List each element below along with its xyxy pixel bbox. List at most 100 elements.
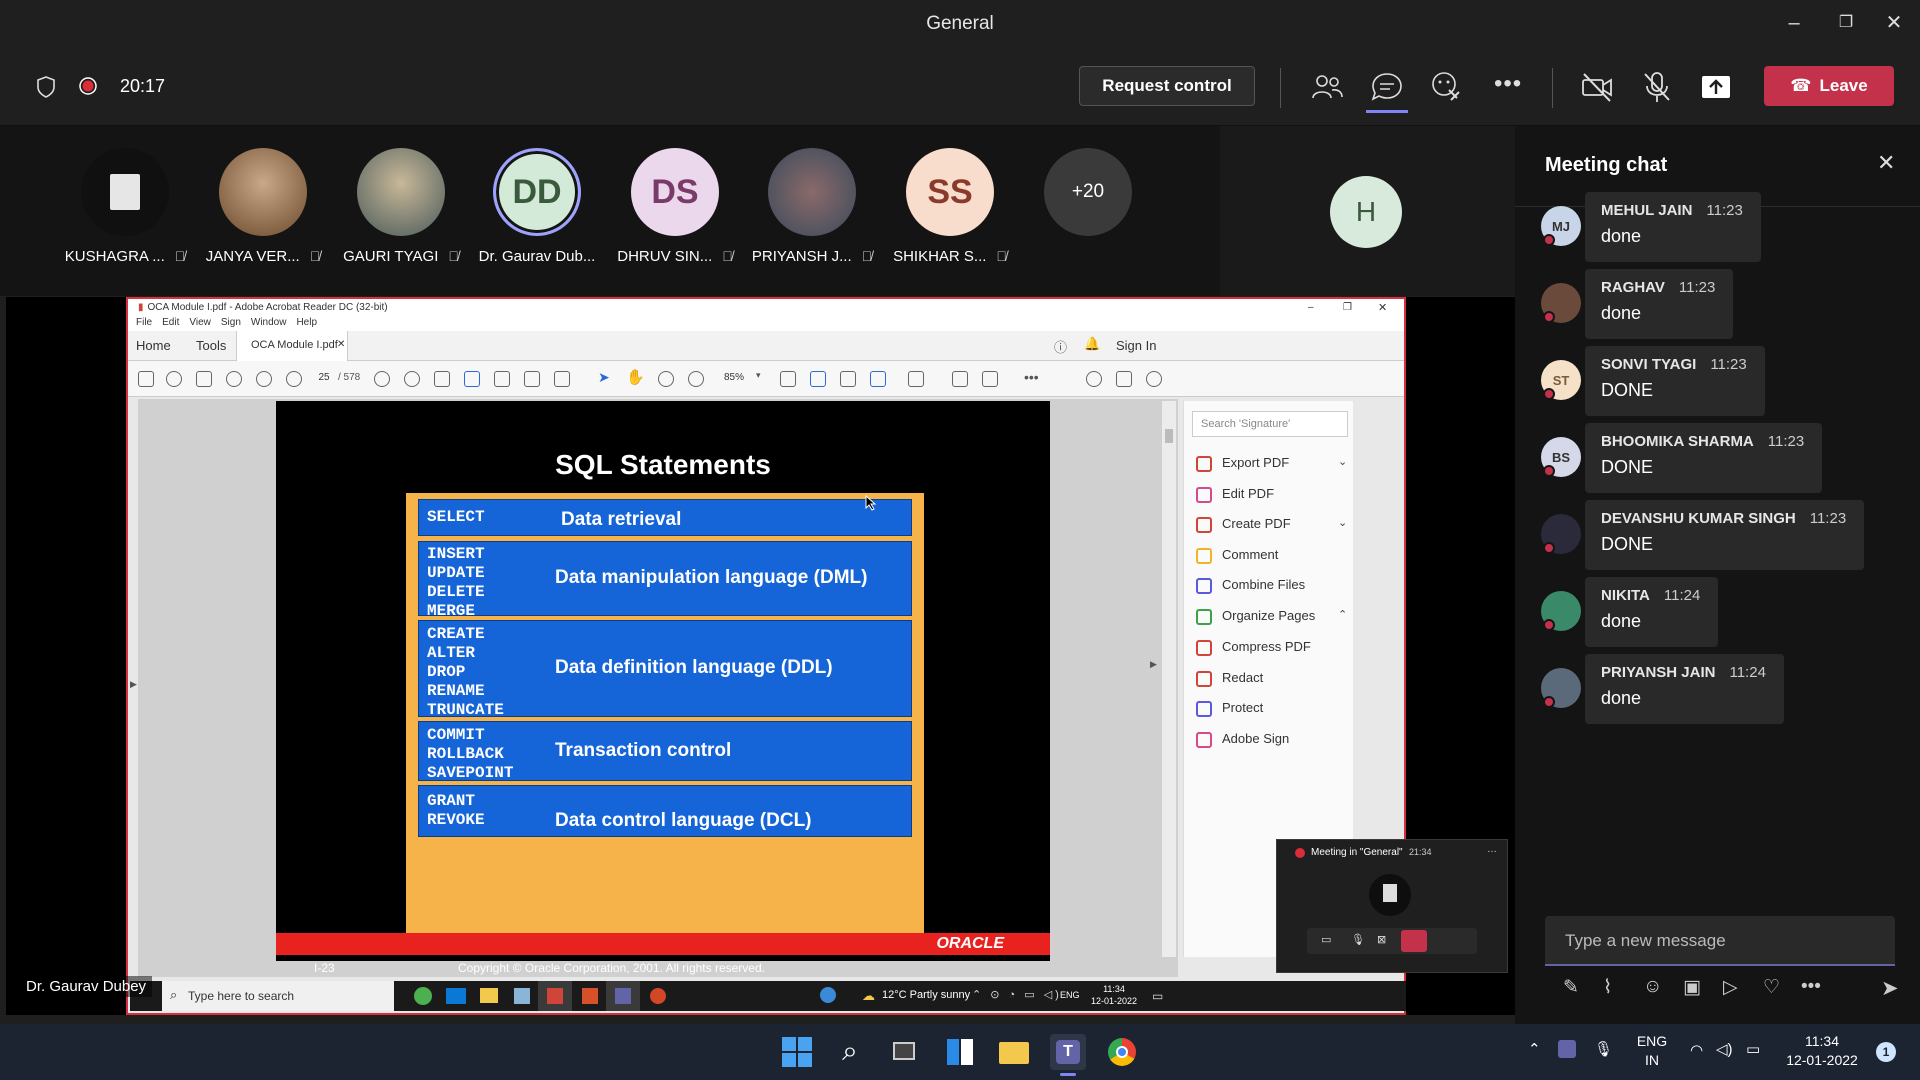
teams-icon[interactable]: T xyxy=(1050,1034,1086,1070)
acrobat-taskbar-icon[interactable] xyxy=(538,981,572,1011)
link-icon[interactable] xyxy=(1086,371,1102,387)
stamp-icon[interactable] xyxy=(554,371,570,387)
zoom-search-icon[interactable] xyxy=(226,371,242,387)
bell-icon[interactable]: 🔔 xyxy=(1084,336,1100,352)
tool-item[interactable]: Redact xyxy=(1196,670,1263,690)
notification-badge[interactable]: 1 xyxy=(1876,1042,1896,1062)
menu-window[interactable]: Window xyxy=(251,317,287,328)
participant-tile[interactable]: DS DHRUV SIN... 🎙̸ xyxy=(610,148,740,265)
message-compose-input[interactable]: Type a new message xyxy=(1545,916,1895,966)
format-icon[interactable]: ✎ xyxy=(1563,976,1579,999)
menu-view[interactable]: View xyxy=(189,317,211,328)
zoom-level-select[interactable]: 85% xyxy=(724,372,744,383)
reactions-icon[interactable] xyxy=(1430,70,1464,104)
participant-tile[interactable]: GAURI TYAGI 🎙̸ xyxy=(336,148,466,265)
mini-share-icon[interactable]: ⊠ xyxy=(1377,933,1386,946)
email-icon[interactable] xyxy=(1116,371,1132,387)
task-view-icon[interactable] xyxy=(888,1034,924,1070)
app-icon[interactable] xyxy=(514,988,530,1004)
camera-off-icon[interactable] xyxy=(1580,70,1614,104)
find-icon[interactable] xyxy=(374,371,390,387)
acrobat-close-button[interactable]: ✕ xyxy=(1378,299,1387,317)
fill-sign-icon[interactable] xyxy=(870,371,886,387)
search-tools-input[interactable]: Search 'Signature' xyxy=(1192,411,1348,437)
acrobat-restore-button[interactable]: ❐ xyxy=(1343,299,1352,317)
menu-edit[interactable]: Edit xyxy=(162,317,179,328)
comment-icon[interactable] xyxy=(952,371,968,387)
fullscreen-icon[interactable] xyxy=(840,371,856,387)
notification-icon[interactable]: ▭ xyxy=(1152,989,1163,1003)
mail-icon[interactable] xyxy=(446,988,466,1004)
request-control-button[interactable]: Request control xyxy=(1079,66,1255,106)
more-tools-icon[interactable]: ••• xyxy=(1024,369,1039,385)
file-explorer-icon[interactable] xyxy=(480,988,498,1003)
powerpoint-icon[interactable] xyxy=(650,988,666,1004)
more-participants-button[interactable]: +20 xyxy=(1023,148,1153,236)
praise-icon[interactable]: ♡ xyxy=(1763,976,1780,999)
tray-icons[interactable]: ⌃ ⊙ ◔ ▭ ◁) xyxy=(972,988,1062,1001)
close-window-button[interactable]: ✕ xyxy=(1874,8,1914,38)
chevron-down-icon[interactable]: ⌄ xyxy=(1338,516,1347,529)
wifi-icon[interactable]: ◠ xyxy=(1690,1041,1703,1060)
office-icon[interactable] xyxy=(582,988,598,1004)
select-cursor-icon[interactable]: ➤ xyxy=(598,369,610,386)
tool-item[interactable]: Adobe Sign xyxy=(1196,731,1289,751)
close-chat-icon[interactable]: ✕ xyxy=(1877,150,1895,176)
tool-item[interactable]: Create PDF ⌄ xyxy=(1196,516,1347,536)
participant-tile[interactable]: PRIYANSH J... 🎙̸ xyxy=(747,148,877,265)
teams-taskbar-icon[interactable] xyxy=(606,981,640,1011)
page-number-input[interactable]: 25 xyxy=(314,372,334,383)
rotate-icon[interactable] xyxy=(810,371,826,387)
tray-overflow-icon[interactable]: ⌃ xyxy=(1528,1040,1541,1059)
share-screen-icon[interactable] xyxy=(1700,70,1734,104)
tab-home[interactable]: Home xyxy=(136,338,171,353)
close-tab-icon[interactable]: ✕ xyxy=(337,339,345,350)
tray-teams-icon[interactable] xyxy=(1558,1040,1576,1058)
search-icon[interactable]: ⌕ xyxy=(832,1034,868,1070)
chrome-icon[interactable] xyxy=(414,987,432,1005)
tab-document[interactable]: OCA Module I.pdf ✕ xyxy=(236,331,348,361)
tool-item[interactable]: Organize Pages ⌃ xyxy=(1196,608,1347,628)
fit-page-icon[interactable] xyxy=(780,371,796,387)
people-icon[interactable] xyxy=(1310,70,1344,104)
menu-file[interactable]: File xyxy=(136,317,152,328)
hand-tool-icon[interactable]: ✋ xyxy=(626,368,645,386)
print-icon[interactable] xyxy=(196,371,212,387)
chevron-down-icon[interactable]: ▾ xyxy=(756,370,761,381)
restore-button[interactable]: ❐ xyxy=(1826,8,1866,38)
emoji-icon[interactable]: ☺ xyxy=(1643,976,1662,998)
volume-icon[interactable]: ◁) xyxy=(1716,1040,1733,1059)
shared-search-box[interactable]: ⌕ Type here to search xyxy=(162,981,394,1011)
more-options-icon[interactable]: ••• xyxy=(1494,70,1522,98)
participant-tile-active-speaker[interactable]: DD Dr. Gaurav Dub... xyxy=(472,148,602,265)
tool-item[interactable]: Compress PDF xyxy=(1196,639,1311,659)
sticker-icon[interactable]: ▣ xyxy=(1683,976,1701,999)
battery-icon[interactable]: ▭ xyxy=(1746,1040,1760,1059)
tool-item[interactable]: Edit PDF xyxy=(1196,486,1274,506)
help-icon[interactable]: ⓘ xyxy=(1054,337,1067,356)
chrome-icon[interactable] xyxy=(1104,1034,1140,1070)
chevron-up-icon[interactable]: ⌃ xyxy=(1338,608,1347,621)
mic-off-icon[interactable] xyxy=(1640,70,1674,104)
tool-item[interactable]: Combine Files xyxy=(1196,577,1305,597)
file-explorer-icon[interactable] xyxy=(996,1034,1032,1070)
chat-icon[interactable] xyxy=(1370,70,1404,104)
tab-tools[interactable]: Tools xyxy=(196,338,226,353)
document-scrollbar[interactable] xyxy=(1162,401,1176,957)
page-up-icon[interactable] xyxy=(256,371,272,387)
tool-item[interactable]: Export PDF ⌄ xyxy=(1196,455,1347,475)
minimize-button[interactable]: – xyxy=(1774,8,1814,38)
more-compose-icon[interactable]: ••• xyxy=(1801,976,1821,998)
upload-icon[interactable] xyxy=(166,371,182,387)
send-later-icon[interactable]: ▷ xyxy=(1723,976,1738,999)
participant-tile[interactable]: KUSHAGRA ... 🎙̸ xyxy=(60,148,190,265)
right-pane-toggle[interactable]: ▶ xyxy=(1150,659,1157,670)
zoom-out-icon[interactable] xyxy=(658,371,674,387)
sign-in-link[interactable]: Sign In xyxy=(1116,338,1156,353)
participant-tile[interactable]: H xyxy=(1220,126,1515,296)
mini-camera-icon[interactable]: ▭ xyxy=(1321,933,1331,946)
widgets-icon[interactable] xyxy=(942,1034,978,1070)
image-icon[interactable] xyxy=(524,371,540,387)
leave-button[interactable]: ☎ Leave xyxy=(1764,66,1894,106)
chevron-down-icon[interactable]: ⌄ xyxy=(1338,455,1347,468)
